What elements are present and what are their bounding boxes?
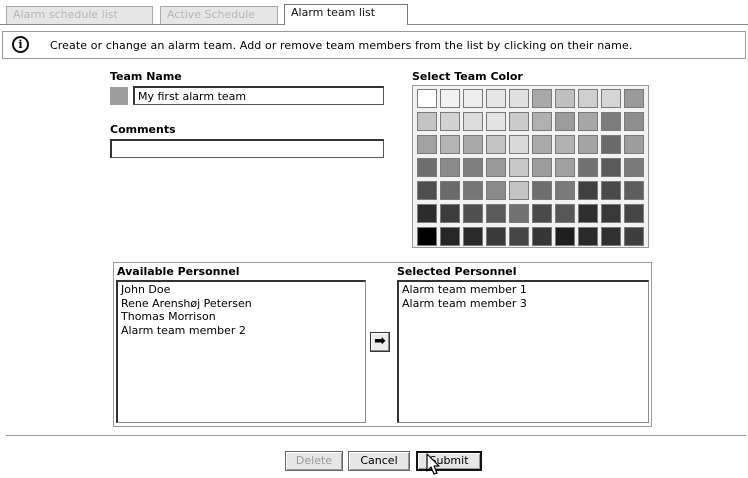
personnel-list-item[interactable]: Alarm team member 3 [402,297,645,311]
team-name-label: Team Name [110,70,182,83]
color-swatch[interactable] [486,181,506,200]
color-swatch[interactable] [532,89,552,108]
cancel-button[interactable]: Cancel [348,451,410,471]
color-swatch[interactable] [463,158,483,177]
color-swatch[interactable] [601,204,621,223]
color-swatch[interactable] [440,89,460,108]
color-swatch[interactable] [417,227,437,246]
team-color-swatch [110,87,128,105]
personnel-list-item[interactable]: Alarm team member 1 [402,283,645,297]
color-swatch[interactable] [486,204,506,223]
selected-personnel-label: Selected Personnel [397,265,517,278]
color-swatch[interactable] [417,89,437,108]
select-team-color-label: Select Team Color [412,70,523,83]
color-swatch[interactable] [532,135,552,154]
color-swatch[interactable] [624,158,644,177]
color-swatch[interactable] [463,135,483,154]
color-swatch[interactable] [601,112,621,131]
color-swatch[interactable] [486,158,506,177]
color-swatch[interactable] [509,135,529,154]
mouse-pointer-icon [426,453,440,475]
comments-label: Comments [110,123,176,136]
color-swatch[interactable] [578,89,598,108]
color-swatch[interactable] [601,158,621,177]
color-swatch[interactable] [463,89,483,108]
color-swatch[interactable] [555,204,575,223]
color-swatch[interactable] [555,227,575,246]
personnel-list-item[interactable]: John Doe [121,283,362,297]
info-bar: i Create or change an alarm team. Add or… [2,31,746,59]
color-swatch[interactable] [417,181,437,200]
color-swatch[interactable] [440,135,460,154]
color-swatch[interactable] [417,135,437,154]
color-swatch[interactable] [532,227,552,246]
color-swatch[interactable] [624,204,644,223]
color-swatch[interactable] [532,158,552,177]
color-swatch[interactable] [601,89,621,108]
color-swatch[interactable] [486,112,506,131]
info-text: Create or change an alarm team. Add or r… [50,39,633,52]
color-grid [412,85,649,248]
color-swatch[interactable] [417,158,437,177]
color-swatch[interactable] [440,181,460,200]
color-swatch[interactable] [624,112,644,131]
add-member-button[interactable]: ➡ [370,332,390,352]
color-swatch[interactable] [417,112,437,131]
color-swatch[interactable] [578,112,598,131]
color-swatch[interactable] [578,158,598,177]
personnel-list-item[interactable]: Thomas Morrison [121,310,362,324]
color-swatch[interactable] [417,204,437,223]
color-swatch[interactable] [601,181,621,200]
color-swatch[interactable] [463,112,483,131]
color-swatch[interactable] [440,158,460,177]
color-swatch[interactable] [486,227,506,246]
color-swatch[interactable] [578,135,598,154]
color-swatch[interactable] [463,181,483,200]
color-swatch[interactable] [555,158,575,177]
comments-input[interactable] [110,139,384,158]
color-swatch[interactable] [509,89,529,108]
color-swatch[interactable] [578,204,598,223]
color-swatch[interactable] [440,204,460,223]
color-swatch[interactable] [463,227,483,246]
color-swatch[interactable] [578,227,598,246]
team-name-input[interactable] [133,86,384,105]
available-personnel-label: Available Personnel [117,265,240,278]
color-swatch[interactable] [601,227,621,246]
color-swatch[interactable] [532,112,552,131]
tab-alarm-schedule-list[interactable]: Alarm schedule list [6,6,153,24]
color-swatch[interactable] [486,135,506,154]
color-swatch[interactable] [555,112,575,131]
color-swatch[interactable] [440,112,460,131]
color-swatch[interactable] [532,204,552,223]
tab-alarm-team-list[interactable]: Alarm team list [284,4,408,25]
personnel-list-item[interactable]: Rene Arenshøj Petersen [121,297,362,311]
color-swatch[interactable] [486,89,506,108]
color-swatch[interactable] [463,204,483,223]
selected-personnel-list[interactable]: Alarm team member 1 Alarm team member 3 [397,280,649,423]
color-swatch[interactable] [624,135,644,154]
color-swatch[interactable] [624,227,644,246]
info-icon: i [12,36,29,53]
color-swatch[interactable] [532,181,552,200]
color-swatch[interactable] [509,204,529,223]
color-swatch[interactable] [624,89,644,108]
color-swatch[interactable] [555,181,575,200]
color-swatch[interactable] [555,135,575,154]
tab-active-schedule[interactable]: Active Schedule [160,6,278,24]
color-swatch[interactable] [509,158,529,177]
color-swatch[interactable] [509,181,529,200]
color-swatch[interactable] [624,181,644,200]
color-swatch[interactable] [601,135,621,154]
color-swatch[interactable] [440,227,460,246]
available-personnel-list[interactable]: John Doe Rene Arenshøj Petersen Thomas Mor… [116,280,366,423]
form-divider [6,435,746,436]
delete-button[interactable]: Delete [285,451,343,471]
arrow-right-icon: ➡ [374,333,386,349]
personnel-list-item[interactable]: Alarm team member 2 [121,324,362,338]
color-swatch[interactable] [509,112,529,131]
color-swatch[interactable] [555,89,575,108]
color-swatch[interactable] [509,227,529,246]
color-swatch[interactable] [578,181,598,200]
